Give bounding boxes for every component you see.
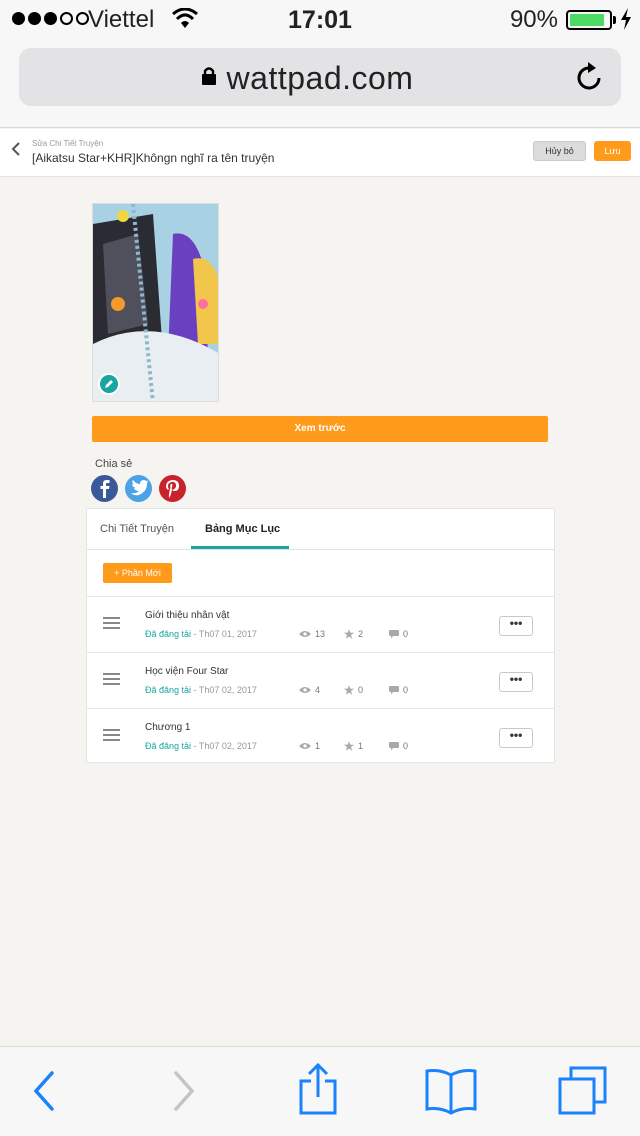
reload-icon[interactable]: [575, 60, 605, 92]
comments-count: 0: [403, 629, 409, 639]
battery-icon: [566, 10, 612, 30]
part-title[interactable]: Chương 1: [145, 722, 191, 733]
part-date: - Th07 02, 2017: [191, 685, 257, 695]
drag-handle-icon[interactable]: [103, 673, 120, 685]
views-count: 1: [315, 741, 321, 751]
status-bar: Viettel 17:01 90%: [0, 0, 640, 40]
browser-toolbar: [0, 1046, 640, 1136]
forward-arrow-icon[interactable]: [172, 1069, 198, 1113]
comment-icon: [389, 685, 399, 694]
cancel-button[interactable]: Hủy bỏ: [533, 141, 586, 161]
votes-stat: 2: [344, 629, 363, 639]
views-stat: 4: [299, 685, 320, 695]
preview-button[interactable]: Xem trước: [92, 416, 548, 442]
story-editor-card: Chi Tiết Truyện Bảng Mục Lục + Phần Mới …: [86, 508, 555, 763]
views-count: 13: [315, 629, 326, 639]
bookmarks-icon[interactable]: [424, 1067, 478, 1115]
votes-count: 0: [358, 685, 364, 695]
twitter-icon: [131, 480, 149, 496]
drag-handle-icon[interactable]: [103, 729, 120, 741]
star-icon: [344, 629, 354, 639]
comments-stat: 0: [389, 685, 408, 695]
star-icon: [344, 685, 354, 695]
part-date: - Th07 01, 2017: [191, 629, 257, 639]
votes-stat: 0: [344, 685, 363, 695]
part-date: - Th07 02, 2017: [191, 741, 257, 751]
facebook-icon: [100, 480, 110, 498]
breadcrumb: Sửa Chi Tiết Truyện: [32, 139, 104, 148]
save-button[interactable]: Lưu: [594, 141, 631, 161]
star-icon: [344, 741, 354, 751]
comments-stat: 0: [389, 629, 408, 639]
part-title[interactable]: Học viện Four Star: [145, 666, 228, 677]
tab-bar: Chi Tiết Truyện Bảng Mục Lục: [87, 509, 554, 550]
back-arrow-icon[interactable]: [30, 1069, 56, 1113]
tabs-icon[interactable]: [557, 1065, 609, 1117]
pinterest-share-button[interactable]: [159, 475, 186, 502]
part-status: Đã đăng tải: [145, 741, 192, 751]
part-title[interactable]: Giới thiệu nhân vật: [145, 610, 229, 621]
part-status: Đã đăng tải: [145, 629, 192, 639]
part-status: Đã đăng tải: [145, 685, 192, 695]
share-label: Chia sẻ: [95, 458, 133, 470]
votes-count: 1: [358, 741, 364, 751]
comments-count: 0: [403, 741, 409, 751]
page-title: [Aikatsu Star+KHR]Khôngn nghĩ ra tên tru…: [32, 151, 275, 165]
table-row: Giới thiệu nhân vật Đã đăng tải - Th07 0…: [87, 596, 554, 651]
page-header: Sửa Chi Tiết Truyện [Aikatsu Star+KHR]Kh…: [0, 129, 640, 177]
comment-icon: [389, 629, 399, 638]
views-count: 4: [315, 685, 321, 695]
url-text: wattpad.com: [226, 60, 414, 96]
votes-count: 2: [358, 629, 364, 639]
eye-icon: [299, 743, 311, 749]
address-bar[interactable]: wattpad.com: [19, 48, 621, 106]
views-stat: 13: [299, 629, 325, 639]
new-part-button[interactable]: + Phần Mới: [103, 563, 172, 583]
part-meta: Đã đăng tải - Th07 02, 2017: [145, 741, 257, 751]
drag-handle-icon[interactable]: [103, 617, 120, 629]
facebook-share-button[interactable]: [91, 475, 118, 502]
twitter-share-button[interactable]: [125, 475, 152, 502]
edit-cover-button[interactable]: [98, 373, 120, 395]
share-icon[interactable]: [297, 1063, 339, 1117]
part-options-button[interactable]: •••: [499, 672, 533, 692]
table-row: Học viện Four Star Đã đăng tải - Th07 02…: [87, 652, 554, 707]
views-stat: 1: [299, 741, 320, 751]
pencil-icon: [105, 380, 113, 388]
comment-icon: [389, 741, 399, 750]
active-tab-indicator: [191, 546, 289, 549]
eye-icon: [299, 687, 311, 693]
part-meta: Đã đăng tải - Th07 01, 2017: [145, 629, 257, 639]
part-meta: Đã đăng tải - Th07 02, 2017: [145, 685, 257, 695]
table-row: Chương 1 Đã đăng tải - Th07 02, 2017 1 1…: [87, 708, 554, 763]
story-cover-image: [92, 203, 219, 402]
votes-stat: 1: [344, 741, 363, 751]
part-options-button[interactable]: •••: [499, 616, 533, 636]
back-icon[interactable]: [10, 141, 22, 157]
browser-chrome: Viettel 17:01 90% wattpad.com: [0, 0, 640, 128]
tab-story-details[interactable]: Chi Tiết Truyện: [100, 523, 174, 535]
pinterest-icon: [166, 480, 179, 498]
eye-icon: [299, 631, 311, 637]
tab-table-of-contents[interactable]: Bảng Mục Lục: [205, 523, 280, 535]
comments-count: 0: [403, 685, 409, 695]
battery-percentage: 90%: [509, 6, 558, 33]
comments-stat: 0: [389, 741, 408, 751]
part-options-button[interactable]: •••: [499, 728, 533, 748]
charging-icon: [621, 8, 631, 30]
